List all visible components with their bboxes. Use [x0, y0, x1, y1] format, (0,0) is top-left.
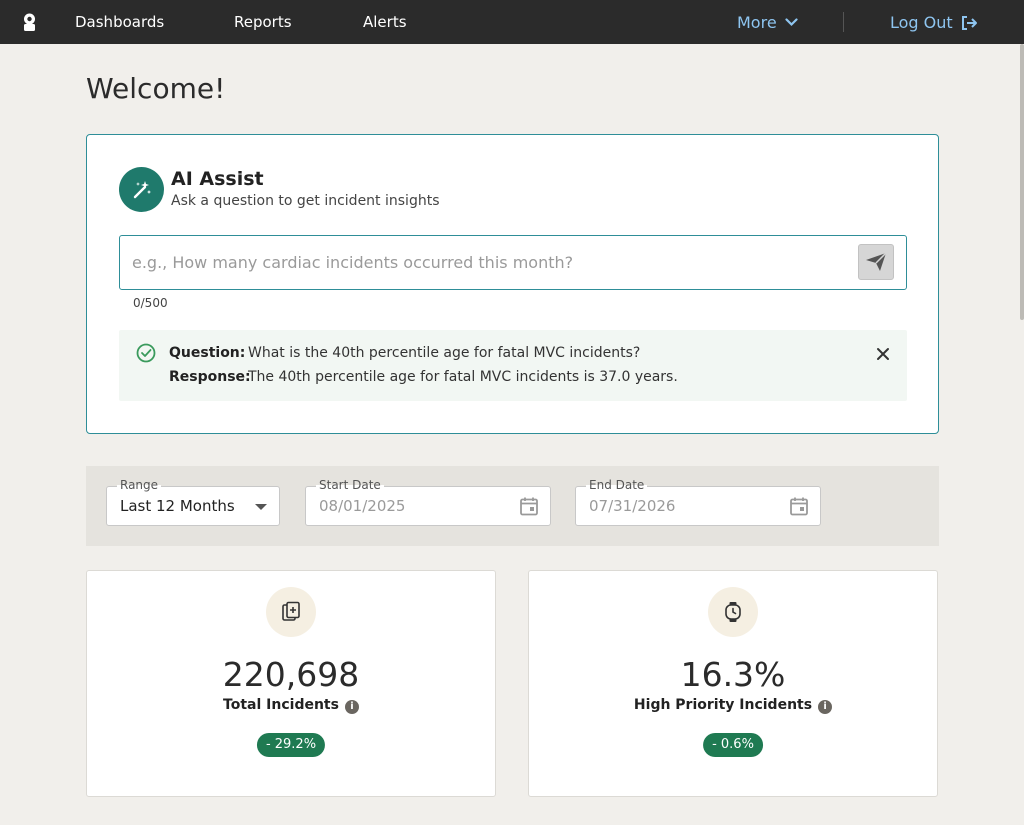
ai-answer-panel: Question: What is the 40th percentile ag… [119, 330, 907, 401]
stat-label-text: Total Incidents [223, 697, 339, 713]
close-icon[interactable] [876, 347, 890, 361]
more-label: More [737, 13, 777, 32]
end-date-field[interactable]: End Date 07/31/2026 [575, 478, 821, 526]
top-nav: Dashboards Reports Alerts More Log Out [0, 0, 1024, 44]
high-priority-value: 16.3% [680, 655, 786, 694]
end-date-value: 07/31/2026 [589, 497, 676, 515]
range-value: Last 12 Months [120, 497, 235, 515]
scrollbar[interactable] [1020, 44, 1024, 320]
response-text: The 40th percentile age for fatal MVC in… [248, 369, 678, 385]
question-label: Question: [169, 345, 246, 361]
magic-wand-icon [133, 180, 151, 198]
calendar-icon[interactable] [519, 496, 539, 516]
nav-link-dashboards[interactable]: Dashboards [75, 13, 164, 31]
ai-avatar [119, 167, 164, 212]
stat-label-text: High Priority Incidents [633, 697, 813, 713]
logout-button[interactable]: Log Out [890, 13, 978, 32]
start-date-field[interactable]: Start Date 08/01/2025 [305, 478, 551, 526]
ai-question-input[interactable] [120, 236, 850, 289]
stopwatch-icon [725, 602, 741, 622]
range-label: Range [117, 478, 162, 492]
change-badge: - 0.6% [703, 733, 763, 757]
response-label: Response: [169, 369, 251, 385]
more-menu[interactable]: More [737, 13, 798, 32]
page-title: Welcome! [86, 72, 226, 105]
stat-card-high-priority: 16.3% High Priority Incidents i - 0.6% [528, 570, 938, 797]
ai-question-field [119, 235, 907, 290]
total-incidents-value: 220,698 [222, 655, 360, 694]
logout-label: Log Out [890, 13, 953, 32]
start-date-label: Start Date [316, 478, 384, 492]
character-counter: 0/500 [133, 296, 168, 310]
nav-divider [843, 12, 844, 32]
calendar-icon[interactable] [789, 496, 809, 516]
chevron-down-icon [785, 18, 798, 27]
high-priority-label: High Priority Incidents i [529, 697, 937, 714]
ai-assist-title: AI Assist [171, 168, 264, 190]
nav-link-alerts[interactable]: Alerts [363, 13, 407, 31]
send-button[interactable] [858, 244, 894, 280]
badge-icon[interactable] [21, 13, 38, 32]
info-icon[interactable]: i [818, 700, 833, 714]
ai-assist-subtitle: Ask a question to get incident insights [171, 193, 440, 209]
change-badge: - 29.2% [256, 733, 326, 757]
start-date-value: 08/01/2025 [319, 497, 406, 515]
total-incidents-label: Total Incidents i [87, 697, 495, 714]
check-circle-icon [136, 343, 156, 363]
medical-records-icon [282, 601, 300, 621]
end-date-label: End Date [586, 478, 648, 492]
ai-assist-card: AI Assist Ask a question to get incident… [86, 134, 939, 434]
range-select[interactable]: Range Last 12 Months [106, 478, 280, 526]
date-filters: Range Last 12 Months Start Date 08/01/20… [86, 466, 939, 546]
nav-link-reports[interactable]: Reports [234, 13, 292, 31]
logout-icon [961, 15, 977, 30]
stat-card-total-incidents: 220,698 Total Incidents i - 29.2% [86, 570, 496, 797]
question-text: What is the 40th percentile age for fata… [248, 345, 641, 361]
stat-icon-wrap [266, 587, 316, 637]
info-icon[interactable]: i [344, 700, 359, 714]
caret-down-icon [255, 504, 267, 510]
send-icon [866, 252, 887, 271]
stat-icon-wrap [708, 587, 758, 637]
